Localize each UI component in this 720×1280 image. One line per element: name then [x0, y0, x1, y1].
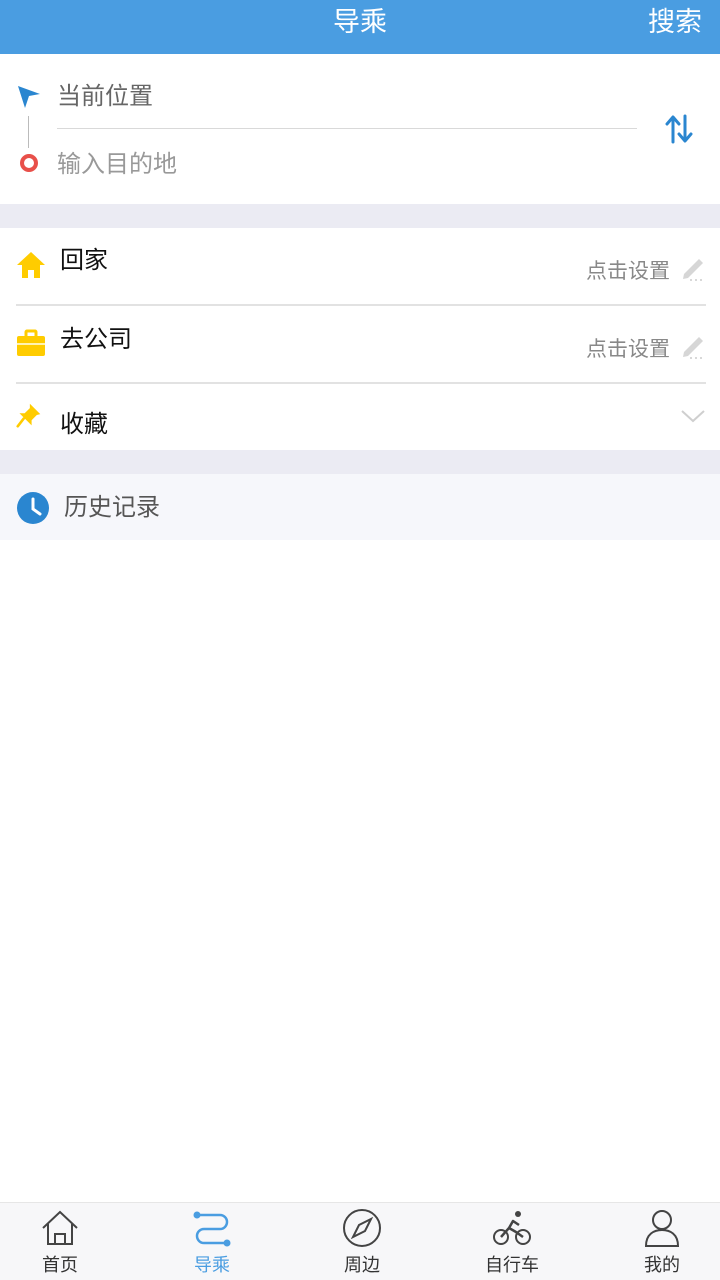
- section-divider: [0, 204, 720, 228]
- history-row[interactable]: 历史记录: [0, 474, 720, 540]
- route-connector: [28, 116, 29, 148]
- tab-bicycle[interactable]: 自行车: [440, 1203, 584, 1280]
- history-label: 历史记录: [64, 493, 160, 521]
- tab-nearby[interactable]: 周边: [290, 1203, 434, 1280]
- pin-icon: [16, 403, 41, 428]
- tab-mine[interactable]: 我的: [590, 1203, 720, 1280]
- favorites-list: 回家 点击设置 去公司 点击设置 收藏: [0, 228, 720, 450]
- swap-vertical-icon[interactable]: [664, 112, 694, 146]
- briefcase-icon: [17, 329, 45, 356]
- home-label: 回家: [60, 246, 108, 274]
- home-set-hint[interactable]: 点击设置: [586, 255, 670, 285]
- destination-ring-icon: [20, 154, 38, 172]
- company-label: 去公司: [60, 325, 132, 353]
- compass-icon: [343, 1209, 381, 1247]
- collect-label: 收藏: [60, 410, 108, 438]
- navigation-arrow-icon: [18, 86, 40, 108]
- tab-mine-label: 我的: [644, 1255, 680, 1276]
- home-icon: [42, 1210, 78, 1245]
- page-title: 导乘: [333, 7, 387, 38]
- route-icon: [193, 1211, 231, 1247]
- tab-nearby-label: 周边: [344, 1255, 380, 1276]
- section-divider: [0, 450, 720, 474]
- search-button[interactable]: 搜索: [648, 0, 702, 54]
- route-panel: 当前位置 输入目的地: [0, 54, 720, 204]
- home-icon: [17, 252, 45, 278]
- tab-home[interactable]: 首页: [0, 1203, 132, 1280]
- edit-pencil-icon[interactable]: [678, 330, 708, 360]
- bottom-tab-bar: 首页 导乘 周边 自行车 我的: [0, 1202, 720, 1280]
- tab-bicycle-label: 自行车: [485, 1255, 539, 1276]
- top-bar: 导乘 搜索: [0, 0, 720, 54]
- user-icon: [644, 1210, 680, 1247]
- tab-guide[interactable]: 导乘: [140, 1203, 284, 1280]
- edit-pencil-icon[interactable]: [678, 252, 708, 282]
- clock-icon: [17, 492, 49, 524]
- tab-home-label: 首页: [42, 1255, 78, 1276]
- bicycle-icon: [493, 1211, 531, 1245]
- route-divider: [57, 128, 637, 129]
- chevron-down-icon[interactable]: [680, 408, 706, 424]
- destination-input[interactable]: 输入目的地: [57, 142, 177, 186]
- tab-guide-label: 导乘: [194, 1255, 230, 1276]
- company-row[interactable]: 去公司 点击设置: [0, 306, 720, 384]
- start-location-field[interactable]: 当前位置: [57, 74, 153, 118]
- collect-row[interactable]: 收藏: [0, 384, 720, 450]
- home-row[interactable]: 回家 点击设置: [0, 228, 720, 306]
- company-set-hint[interactable]: 点击设置: [586, 333, 670, 363]
